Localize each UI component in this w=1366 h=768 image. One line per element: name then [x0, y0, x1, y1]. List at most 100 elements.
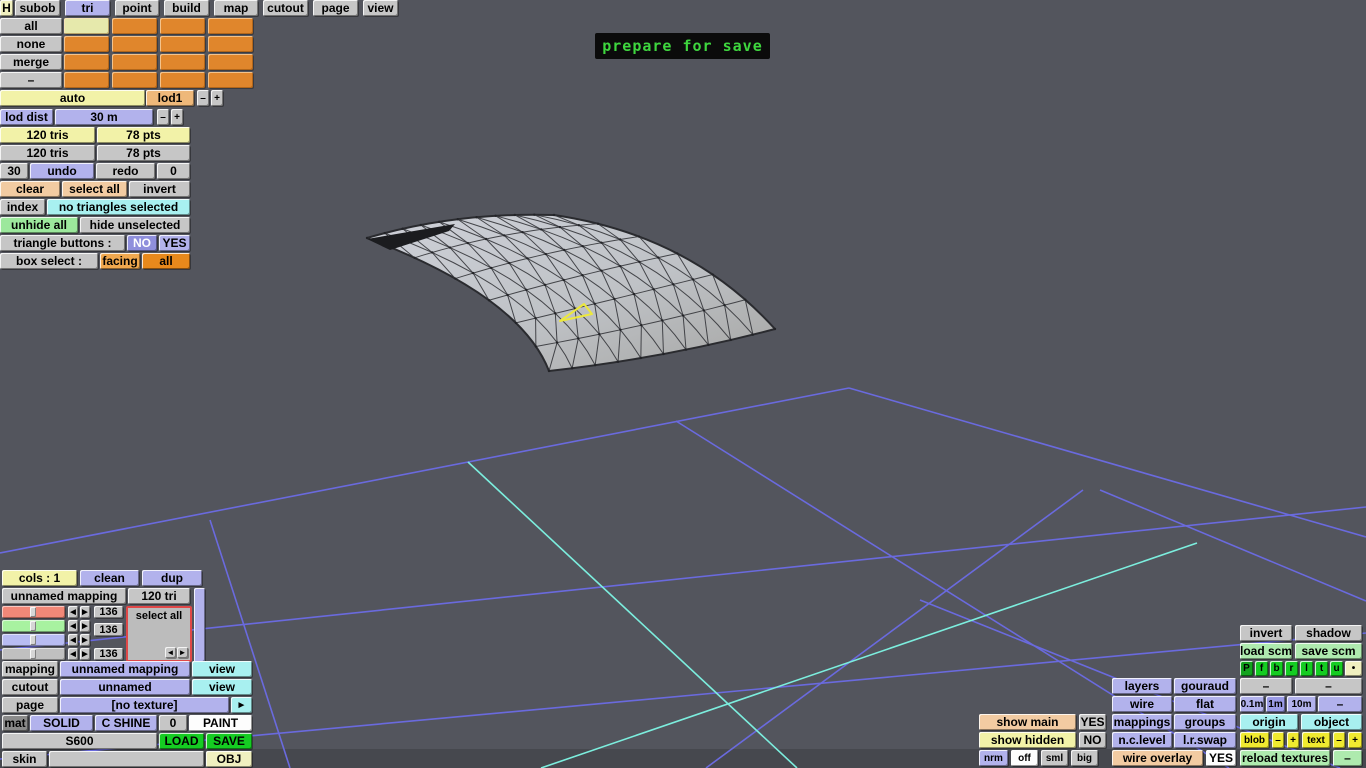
- tab-cutout[interactable]: cutout: [263, 0, 308, 16]
- subob-cell[interactable]: [112, 36, 157, 52]
- subob-cell[interactable]: [64, 18, 109, 34]
- clean-button[interactable]: clean: [80, 570, 139, 586]
- mapping-prev-arrow[interactable]: ◄: [165, 647, 176, 658]
- tab-map[interactable]: map: [214, 0, 258, 16]
- tab-tri-active[interactable]: tri: [65, 0, 110, 16]
- lod-plus-button[interactable]: +: [211, 90, 223, 106]
- view-r-button[interactable]: r: [1285, 661, 1298, 676]
- cutout-view-button[interactable]: view: [192, 679, 252, 695]
- subob-cell[interactable]: [112, 54, 157, 70]
- mat-cshine-button[interactable]: C SHINE: [95, 715, 157, 731]
- mapping-select-all-box[interactable]: select all ◄ ►: [126, 606, 192, 662]
- red-left-arrow[interactable]: ◄: [68, 606, 78, 618]
- green-right-arrow[interactable]: ►: [80, 620, 90, 632]
- layers-button[interactable]: layers: [1112, 678, 1172, 694]
- mat-value[interactable]: 0: [159, 715, 187, 731]
- subob-all-button[interactable]: all: [0, 18, 62, 34]
- save-button[interactable]: SAVE: [206, 733, 252, 749]
- dup-button[interactable]: dup: [142, 570, 202, 586]
- tab-view[interactable]: view: [363, 0, 398, 16]
- show-hidden-toggle[interactable]: NO: [1079, 732, 1106, 748]
- text-plus-button[interactable]: +: [1348, 732, 1362, 748]
- subob-cell[interactable]: [208, 72, 253, 88]
- redo-button[interactable]: redo: [96, 163, 155, 179]
- cutout-row-value[interactable]: unnamed: [60, 679, 190, 695]
- view-t-button[interactable]: t: [1315, 661, 1328, 676]
- index-button[interactable]: index: [0, 199, 45, 215]
- blob-button[interactable]: blob: [1240, 732, 1269, 748]
- subob-dash-button[interactable]: –: [0, 72, 62, 88]
- select-all-button[interactable]: select all: [62, 181, 127, 197]
- page-next-arrow[interactable]: ►: [231, 697, 252, 713]
- wire-overlay-toggle[interactable]: YES: [1206, 750, 1236, 766]
- view-dot-button[interactable]: •: [1345, 661, 1362, 676]
- gray-slider[interactable]: [2, 648, 65, 660]
- subob-cell[interactable]: [160, 54, 205, 70]
- nrm-button[interactable]: nrm: [979, 750, 1008, 766]
- page-row-label[interactable]: page: [2, 697, 58, 713]
- grid-1m-button[interactable]: 1m: [1266, 696, 1285, 712]
- red-slider-handle[interactable]: [30, 607, 37, 617]
- subob-cell[interactable]: [112, 18, 157, 34]
- lod-auto-button[interactable]: auto: [0, 90, 145, 106]
- subob-cell[interactable]: [208, 18, 253, 34]
- show-main-toggle[interactable]: YES: [1079, 714, 1106, 730]
- tab-point[interactable]: point: [115, 0, 159, 16]
- lod-dist-minus-button[interactable]: –: [157, 109, 169, 125]
- view-f-button[interactable]: f: [1255, 661, 1268, 676]
- model-name-field[interactable]: S600: [2, 733, 157, 749]
- mapping-view-button[interactable]: view: [192, 661, 252, 677]
- green-left-arrow[interactable]: ◄: [68, 620, 78, 632]
- mapping-name-field[interactable]: unnamed mapping: [2, 588, 126, 604]
- shadow-button[interactable]: shadow: [1295, 625, 1362, 641]
- gouraud-button[interactable]: gouraud: [1174, 678, 1236, 694]
- lod1-button[interactable]: lod1: [146, 90, 194, 106]
- nrm-big-button[interactable]: big: [1071, 750, 1098, 766]
- reload-textures-button[interactable]: reload textures: [1240, 750, 1330, 766]
- toolbar-h-button[interactable]: H: [0, 0, 13, 16]
- green-slider-handle[interactable]: [30, 621, 37, 631]
- subob-cell[interactable]: [160, 36, 205, 52]
- text-button[interactable]: text: [1302, 732, 1330, 748]
- cols-button[interactable]: cols : 1: [2, 570, 77, 586]
- mapping-scrollbar[interactable]: [194, 588, 205, 662]
- show-main-button[interactable]: show main: [979, 714, 1076, 730]
- blob-minus-button[interactable]: –: [1272, 732, 1284, 748]
- red-right-arrow[interactable]: ►: [80, 606, 90, 618]
- load-scm-button[interactable]: load scm: [1240, 643, 1292, 659]
- skin-button[interactable]: skin: [2, 751, 47, 767]
- wire-button[interactable]: wire: [1112, 696, 1172, 712]
- red-value[interactable]: 136: [94, 606, 123, 618]
- blue-slider-handle[interactable]: [30, 635, 37, 645]
- show-hidden-button[interactable]: show hidden: [979, 732, 1076, 748]
- blue-value[interactable]: 136: [94, 648, 123, 660]
- lrswap-button[interactable]: l.r.swap: [1174, 732, 1236, 748]
- nclevel-button[interactable]: n.c.level: [1112, 732, 1172, 748]
- subob-cell[interactable]: [160, 18, 205, 34]
- groups-button[interactable]: groups: [1174, 714, 1236, 730]
- view-u-button[interactable]: u: [1330, 661, 1343, 676]
- green-slider[interactable]: [2, 620, 65, 632]
- dash-button-1[interactable]: –: [1240, 678, 1292, 694]
- clear-button[interactable]: clear: [0, 181, 60, 197]
- nrm-off-button[interactable]: off: [1011, 750, 1038, 766]
- red-slider[interactable]: [2, 606, 65, 618]
- save-scm-button[interactable]: save scm: [1295, 643, 1362, 659]
- view-l-button[interactable]: l: [1300, 661, 1313, 676]
- mapping-row-value[interactable]: unnamed mapping: [60, 661, 190, 677]
- view-b-button[interactable]: b: [1270, 661, 1283, 676]
- tab-page[interactable]: page: [313, 0, 358, 16]
- skin-name-field[interactable]: [49, 751, 204, 767]
- gray-slider-handle[interactable]: [30, 649, 37, 659]
- mat-button[interactable]: mat: [2, 715, 28, 731]
- blob-plus-button[interactable]: +: [1287, 732, 1299, 748]
- subob-cell[interactable]: [64, 54, 109, 70]
- grid-01m-button[interactable]: 0.1m: [1240, 696, 1264, 712]
- invert-selection-button[interactable]: invert: [129, 181, 190, 197]
- flat-button[interactable]: flat: [1174, 696, 1236, 712]
- subob-cell[interactable]: [160, 72, 205, 88]
- wire-overlay-button[interactable]: wire overlay: [1112, 750, 1203, 766]
- box-select-all[interactable]: all: [142, 253, 190, 269]
- blue-right-arrow[interactable]: ►: [80, 634, 90, 646]
- load-button[interactable]: LOAD: [159, 733, 204, 749]
